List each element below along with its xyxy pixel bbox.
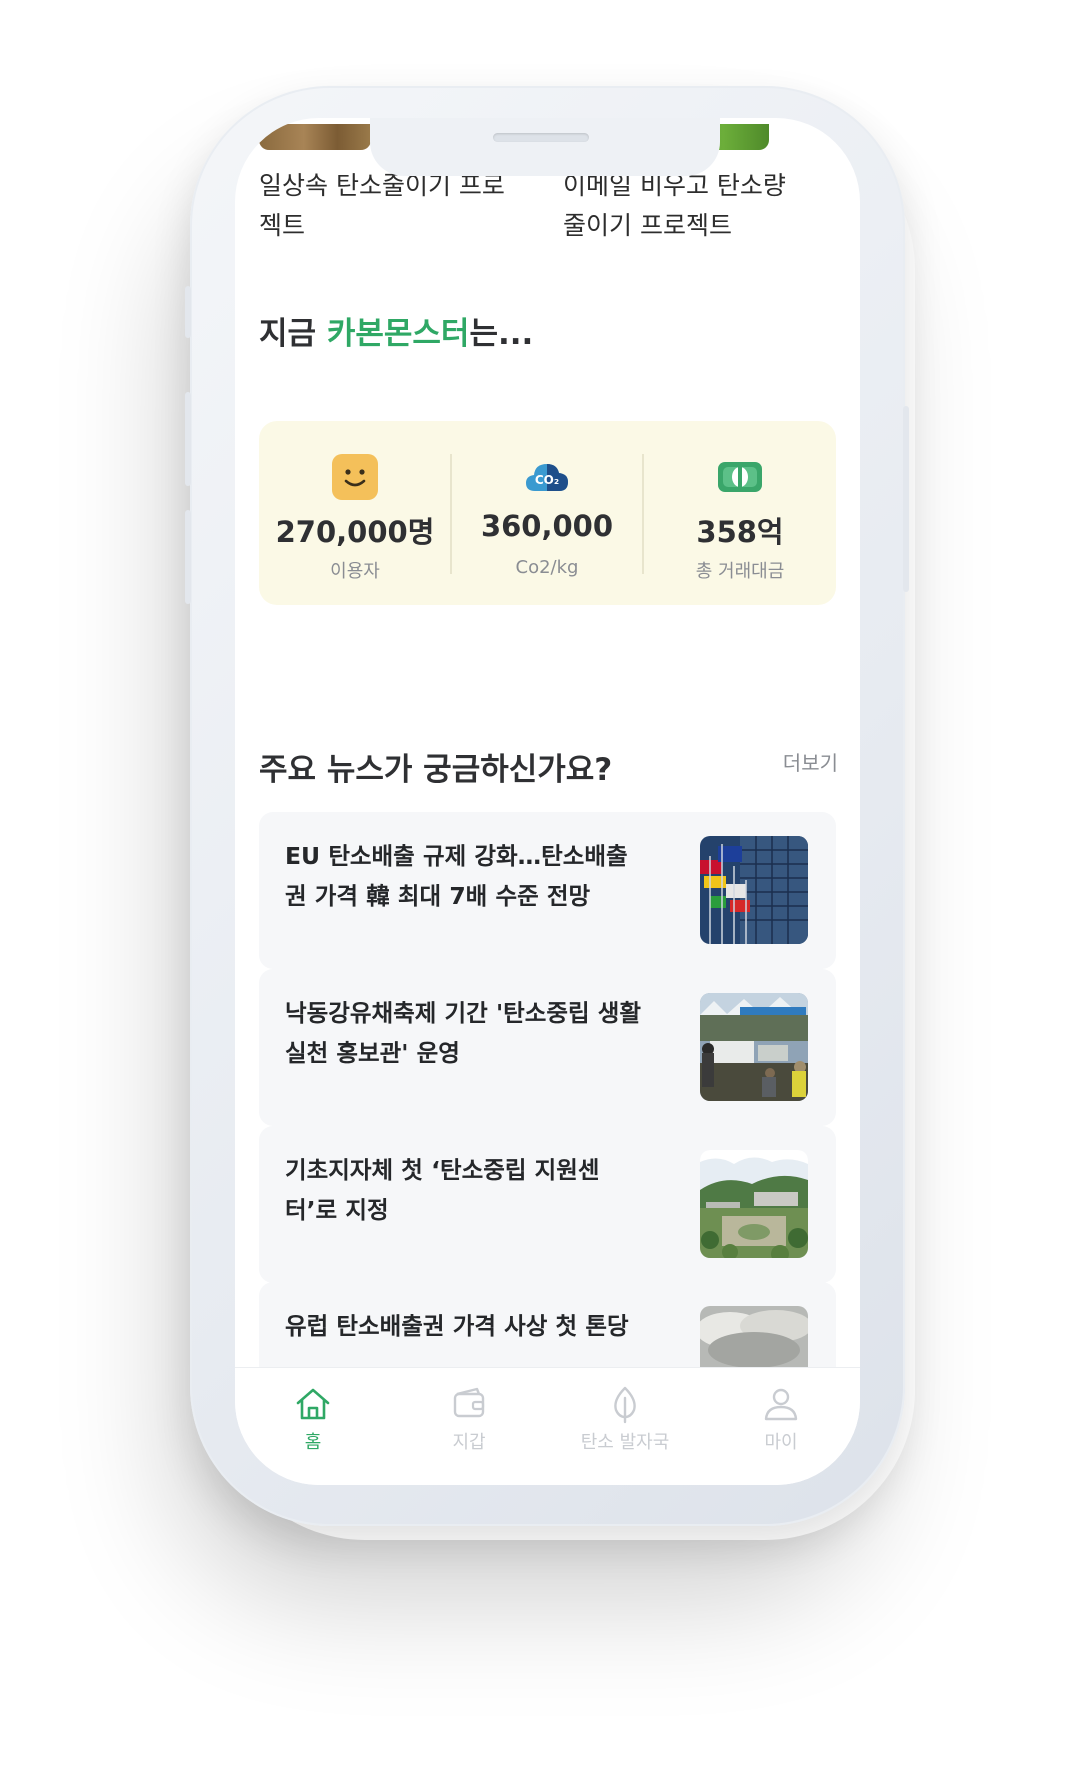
svg-text:CO₂: CO₂ [535,473,559,487]
speaker-grille [493,133,589,142]
title-suffix: 는... [469,316,534,352]
news-section-title: 주요 뉴스가 궁금하신가요? [259,752,613,788]
stat-co2: CO₂ 360,000 Co2/kg [451,421,643,605]
more-link[interactable]: 더보기 [783,747,838,776]
stat-value: 270,000명 [275,515,435,549]
project-title[interactable]: 일상속 탄소줄이기 프로젝트 [259,166,509,246]
project-thumbnail[interactable] [259,124,371,150]
co2-cloud-icon: CO₂ [523,453,571,501]
news-title: 기초지자체 첫 ‘탄소중립 지원센터’로 지정 [285,1156,600,1224]
news-card[interactable]: 기초지자체 첫 ‘탄소중립 지원센터’로 지정 [259,1126,836,1283]
app-screen: 일상속 탄소줄이기 프로젝트 이메일 비우고 탄소량 줄이기 프로젝트 지금 카… [235,118,860,1485]
home-icon [296,1388,330,1420]
tab-label: 마이 [764,1432,798,1453]
wallet-icon [453,1387,485,1418]
tab-home[interactable]: 홈 [235,1368,391,1485]
stat-label: 이용자 [330,561,380,582]
tab-label: 홈 [304,1432,322,1453]
phone-notch [370,118,720,176]
stat-transactions: 358억 총 거래대금 [644,421,836,605]
stats-panel: 270,000명 이용자 CO₂ 360,000 Co2/kg 358억 총 거… [259,421,836,605]
stat-users: 270,000명 이용자 [259,421,451,605]
brand-name: 카본몬스터 [326,316,470,352]
leaf-icon [614,1386,636,1424]
power-button [903,406,909,592]
stat-label: 총 거래대금 [695,561,785,582]
stat-value: 360,000 [480,509,614,543]
person-icon [764,1388,798,1421]
news-thumbnail [700,836,808,944]
volume-up-button [185,392,191,486]
news-card[interactable]: 낙동강유채축제 기간 '탄소중립 생활 실천 홍보관' 운영 [259,969,836,1126]
news-title: 유럽 탄소배출권 가격 사상 첫 톤당 [285,1312,629,1340]
news-title: EU 탄소배출 규제 강화…탄소배출권 가격 韓 최대 7배 수준 전망 [285,842,628,910]
project-title[interactable]: 이메일 비우고 탄소량 줄이기 프로젝트 [563,166,813,246]
title-prefix: 지금 [259,316,327,352]
stat-label: Co2/kg [515,557,579,578]
stat-value: 358억 [696,515,784,549]
money-bill-icon [716,453,764,501]
volume-down-button [185,510,191,604]
news-thumbnail [700,993,808,1101]
tab-label: 지갑 [452,1432,486,1453]
tab-carbon-footprint[interactable]: 탄소 발자국 [547,1368,703,1485]
tab-my[interactable]: 마이 [703,1368,859,1485]
news-title: 낙동강유채축제 기간 '탄소중립 생활 실천 홍보관' 운영 [285,999,642,1067]
news-card[interactable]: EU 탄소배출 규제 강화…탄소배출권 가격 韓 최대 7배 수준 전망 [259,812,836,969]
tab-wallet[interactable]: 지갑 [391,1368,547,1485]
smiley-face-icon [331,453,379,501]
bottom-tab-bar: 홈 지갑 탄소 발자국 마이 [235,1367,860,1485]
news-thumbnail [700,1150,808,1258]
mute-switch [185,286,191,338]
status-section-title: 지금 카본몬스터는... [259,308,533,353]
tab-label: 탄소 발자국 [580,1432,670,1453]
